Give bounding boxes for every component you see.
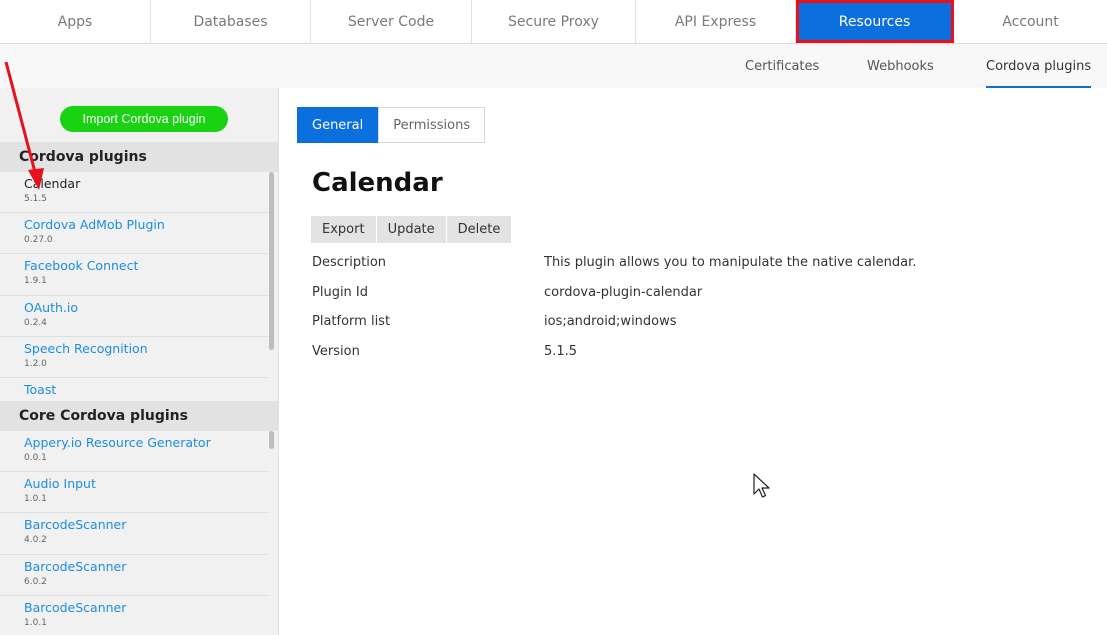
plugin-item-barcodescanner-402[interactable]: BarcodeScanner 4.0.2: [0, 513, 268, 555]
nav-tab-apps[interactable]: Apps: [0, 0, 151, 43]
nav-tab-secure-proxy[interactable]: Secure Proxy: [472, 0, 636, 43]
property-row-plugin-id: Plugin Id cordova-plugin-calendar: [312, 278, 916, 308]
property-key: Description: [312, 255, 387, 271]
plugin-name: Appery.io Resource Generator: [24, 435, 211, 450]
delete-button[interactable]: Delete: [446, 216, 513, 243]
nav-tab-server-code[interactable]: Server Code: [311, 0, 472, 43]
plugin-version: 0.27.0: [24, 235, 53, 246]
plugin-name: Facebook Connect: [24, 258, 139, 274]
property-key: Plugin Id: [312, 284, 369, 300]
plugin-item-audio-input[interactable]: Audio Input 1.0.1: [0, 472, 268, 514]
tab-general[interactable]: General: [297, 107, 379, 143]
property-row-description: Description This plugin allows you to ma…: [312, 248, 916, 278]
property-key: Version: [312, 343, 360, 359]
export-button[interactable]: Export: [311, 216, 377, 243]
plugin-item-speech-recognition[interactable]: Speech Recognition 1.2.0: [0, 336, 268, 378]
plugin-name: BarcodeScanner: [24, 517, 127, 533]
property-row-platform-list: Platform list ios;android;windows: [312, 307, 916, 337]
property-value: 5.1.5: [544, 343, 578, 359]
mouse-cursor-icon: [753, 473, 770, 498]
property-value: ios;android;windows: [544, 314, 677, 330]
plugin-actions-toolbar: Export Update Delete: [311, 216, 513, 243]
core-cordova-plugins-list: Appery.io Resource Generator 0.0.1 Audio…: [0, 431, 268, 635]
update-button[interactable]: Update: [376, 216, 447, 243]
plugin-name: OAuth.io: [24, 299, 79, 315]
nav-tab-api-express[interactable]: API Express: [636, 0, 796, 43]
plugin-version: 4.0.2: [24, 535, 47, 546]
plugin-name: Audio Input: [24, 476, 96, 492]
property-key: Platform list: [312, 314, 391, 330]
plugin-version: 0.0.1: [24, 453, 47, 463]
plugin-version: 1.9.1: [24, 276, 47, 287]
plugin-item-barcodescanner-101[interactable]: BarcodeScanner 1.0.1: [0, 595, 268, 635]
plugin-version: 5.1.5: [24, 194, 47, 204]
nav-tab-account[interactable]: Account: [954, 0, 1107, 43]
plugin-version: 6.0.2: [24, 576, 47, 587]
plugin-version: 0.2.4: [24, 317, 47, 328]
plugin-properties: Description This plugin allows you to ma…: [312, 248, 916, 366]
top-navigation: Apps Databases Server Code Secure Proxy …: [0, 0, 1107, 44]
plugin-name: BarcodeScanner: [24, 558, 127, 574]
plugin-item-barcodescanner-602[interactable]: BarcodeScanner 6.0.2: [0, 554, 268, 596]
group-header-core-cordova-plugins: Core Cordova plugins: [0, 401, 278, 431]
nav-tab-resources[interactable]: Resources: [796, 0, 954, 43]
plugin-title: Calendar: [312, 168, 443, 198]
plugin-name: BarcodeScanner: [24, 599, 127, 615]
plugin-item-oauth-io[interactable]: OAuth.io 0.2.4: [0, 295, 268, 337]
sub-navigation: Certificates Webhooks Cordova plugins: [0, 44, 1107, 88]
core-plugins-scrollbar[interactable]: [269, 431, 274, 449]
plugin-name: Cordova AdMob Plugin: [24, 217, 165, 233]
nav-tab-databases[interactable]: Databases: [151, 0, 311, 43]
cordova-plugins-scrollbar[interactable]: [269, 172, 274, 350]
annotation-arrow-icon: [4, 61, 44, 190]
plugin-name: Toast: [24, 381, 57, 397]
plugin-version: 1.0.1: [24, 494, 47, 505]
property-value: cordova-plugin-calendar: [544, 284, 703, 300]
tab-permissions[interactable]: Permissions: [378, 107, 486, 143]
subnav-certificates[interactable]: Certificates: [745, 44, 819, 88]
plugin-item-cordova-admob[interactable]: Cordova AdMob Plugin 0.27.0: [0, 213, 268, 255]
property-row-version: Version 5.1.5: [312, 337, 916, 367]
cordova-plugins-list: Calendar 5.1.5 Cordova AdMob Plugin 0.27…: [0, 172, 268, 402]
plugin-item-toast[interactable]: Toast: [0, 377, 268, 402]
subnav-webhooks[interactable]: Webhooks: [867, 44, 934, 88]
plugin-name: Speech Recognition: [24, 340, 148, 356]
plugin-item-appery-resource-generator[interactable]: Appery.io Resource Generator 0.0.1: [0, 431, 268, 473]
import-cordova-plugin-button[interactable]: Import Cordova plugin: [60, 106, 228, 132]
property-value: This plugin allows you to manipulate the…: [544, 255, 917, 271]
plugin-version: 1.2.0: [24, 358, 47, 369]
plugin-name: Calendar: [24, 176, 81, 191]
plugin-item-facebook-connect[interactable]: Facebook Connect 1.9.1: [0, 254, 268, 296]
plugin-detail-tabs: General Permissions: [297, 107, 486, 143]
plugin-version: 1.0.1: [24, 617, 47, 628]
subnav-cordova-plugins[interactable]: Cordova plugins: [986, 44, 1092, 88]
